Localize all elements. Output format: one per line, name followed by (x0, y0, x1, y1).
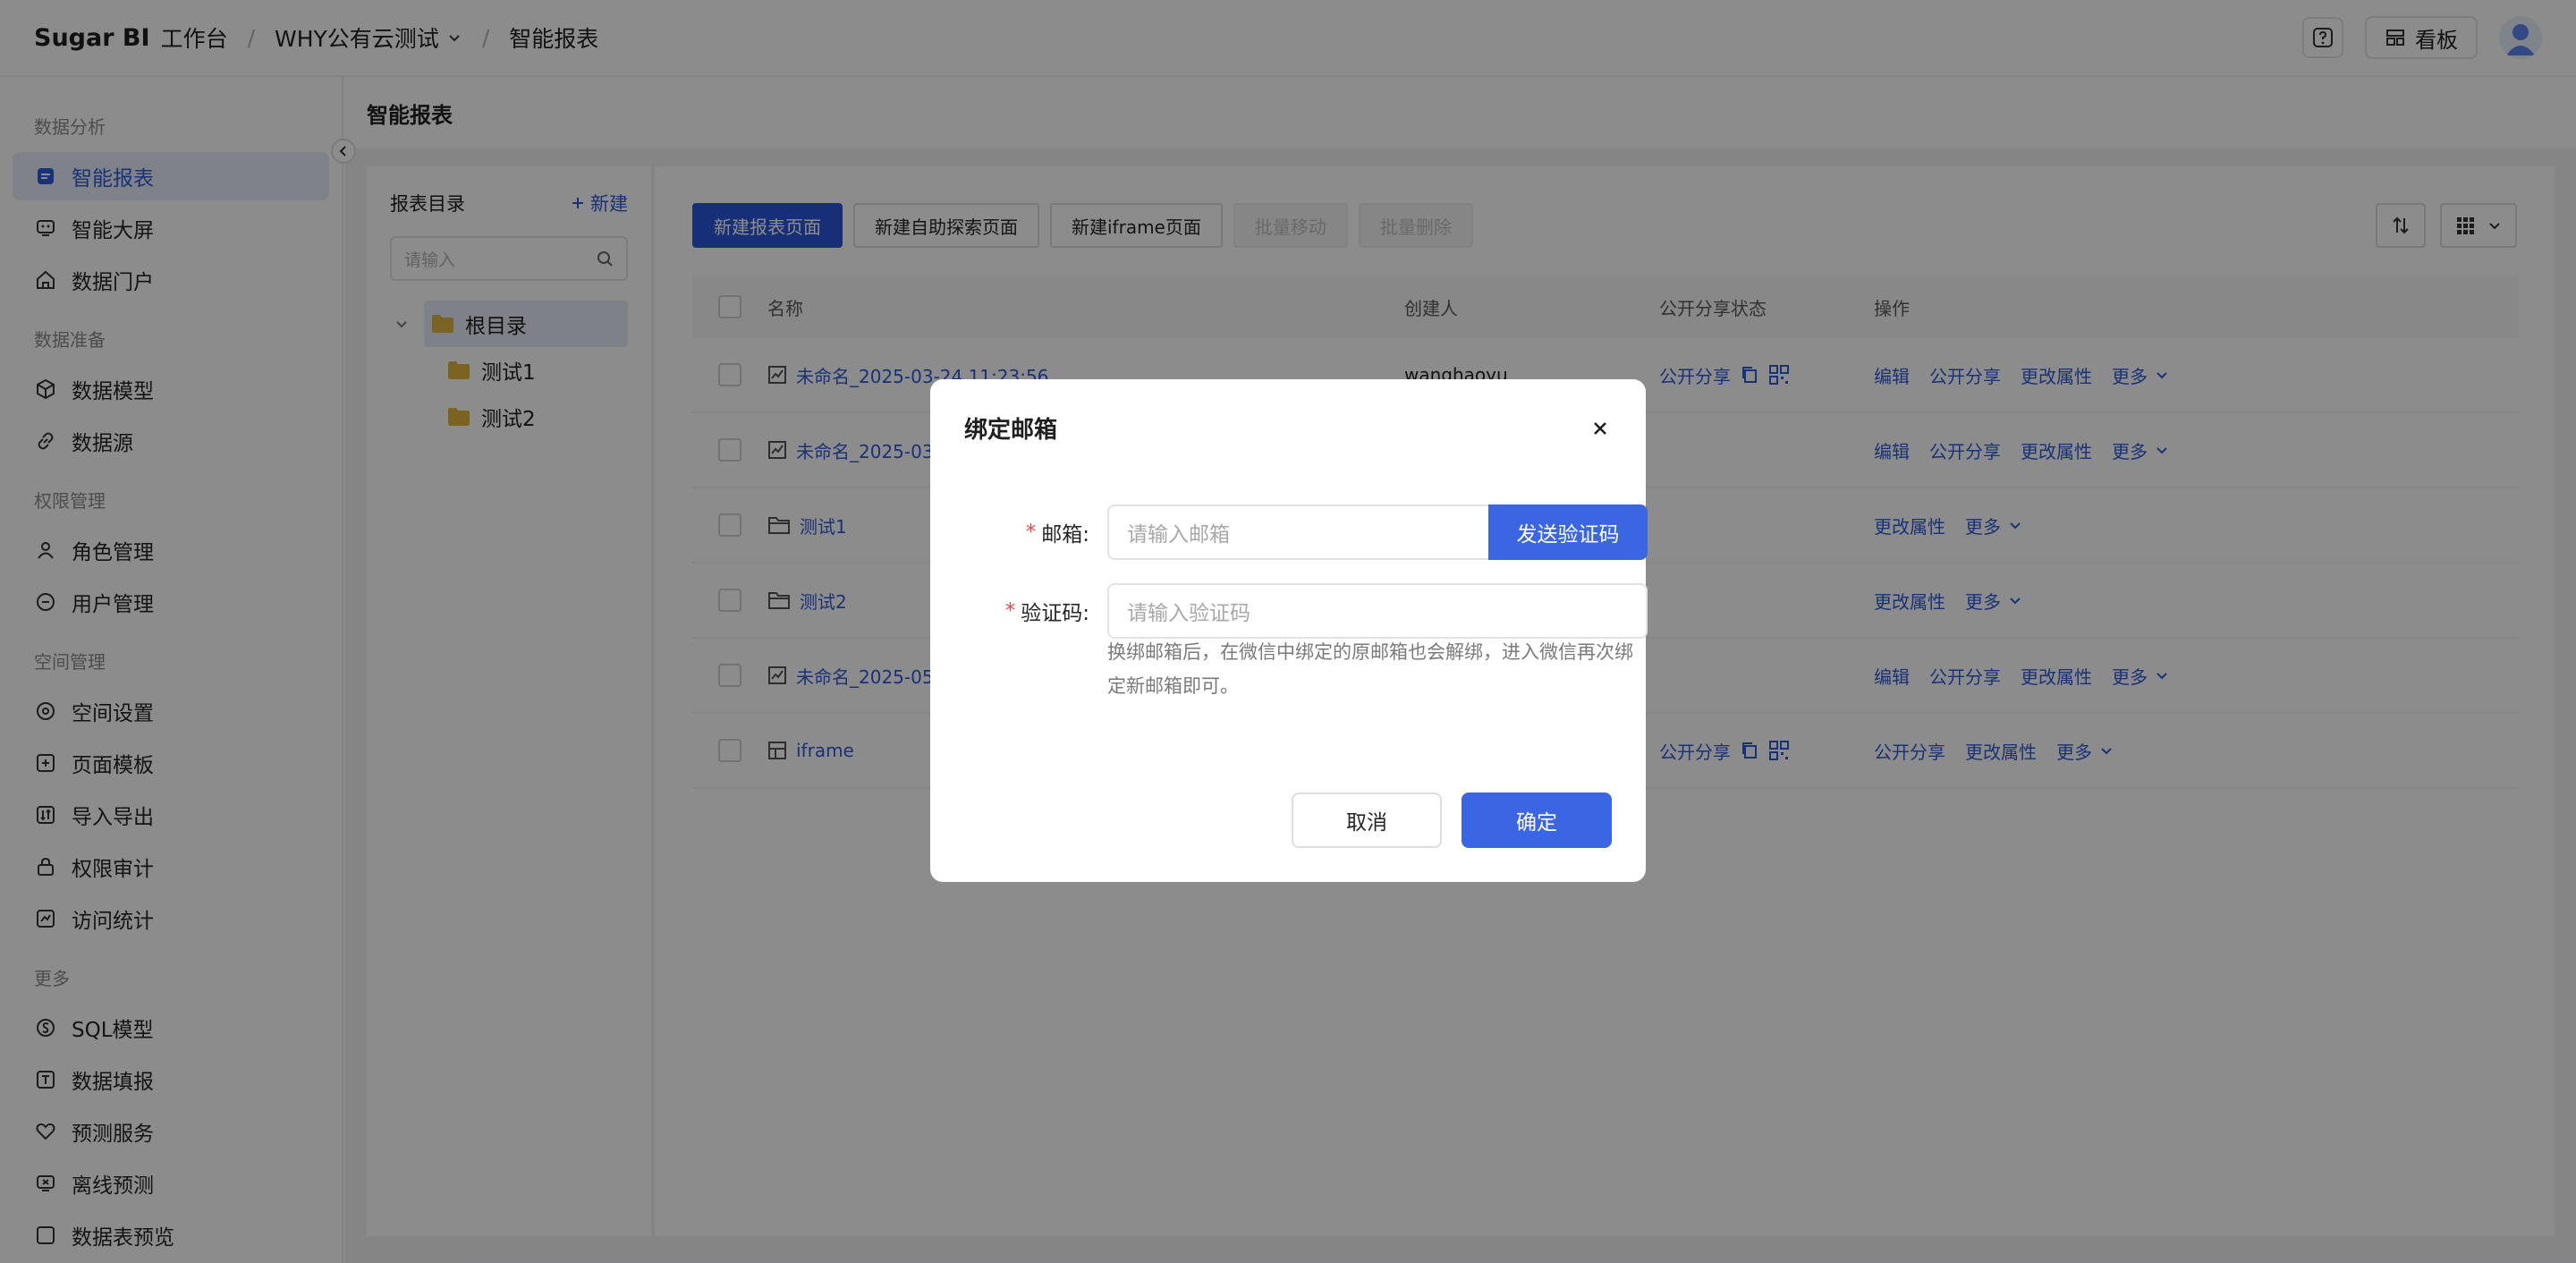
code-form-row: * 验证码: 请输入验证码 (964, 583, 1648, 639)
code-placeholder: 请输入验证码 (1127, 602, 1250, 625)
bind-email-dialog: 绑定邮箱 * 邮箱: 请输入邮箱 发送验证码 * 验证码: 请输入验证码 换绑邮… (930, 379, 1648, 882)
confirm-button[interactable]: 确定 (1462, 793, 1612, 848)
email-placeholder: 请输入邮箱 (1127, 523, 1230, 547)
dialog-title: 绑定邮箱 (964, 417, 1058, 444)
rebind-hint-text: 换绑邮箱后，在微信中绑定的原邮箱也会解绑，进入微信再次绑定新邮箱即可。 (1107, 641, 1633, 697)
email-form-row: * 邮箱: 请输入邮箱 发送验证码 (964, 504, 1648, 560)
required-mark: * (1004, 599, 1016, 623)
send-code-button[interactable]: 发送验证码 (1488, 504, 1648, 560)
close-icon (1594, 422, 1606, 435)
email-label: 邮箱: (1041, 523, 1089, 547)
verification-code-input[interactable]: 请输入验证码 (1107, 583, 1648, 639)
close-button[interactable] (1587, 415, 1614, 442)
email-input[interactable]: 请输入邮箱 (1107, 504, 1490, 560)
code-label: 验证码: (1021, 602, 1089, 625)
cancel-button[interactable]: 取消 (1292, 793, 1442, 848)
required-mark: * (1025, 521, 1037, 544)
